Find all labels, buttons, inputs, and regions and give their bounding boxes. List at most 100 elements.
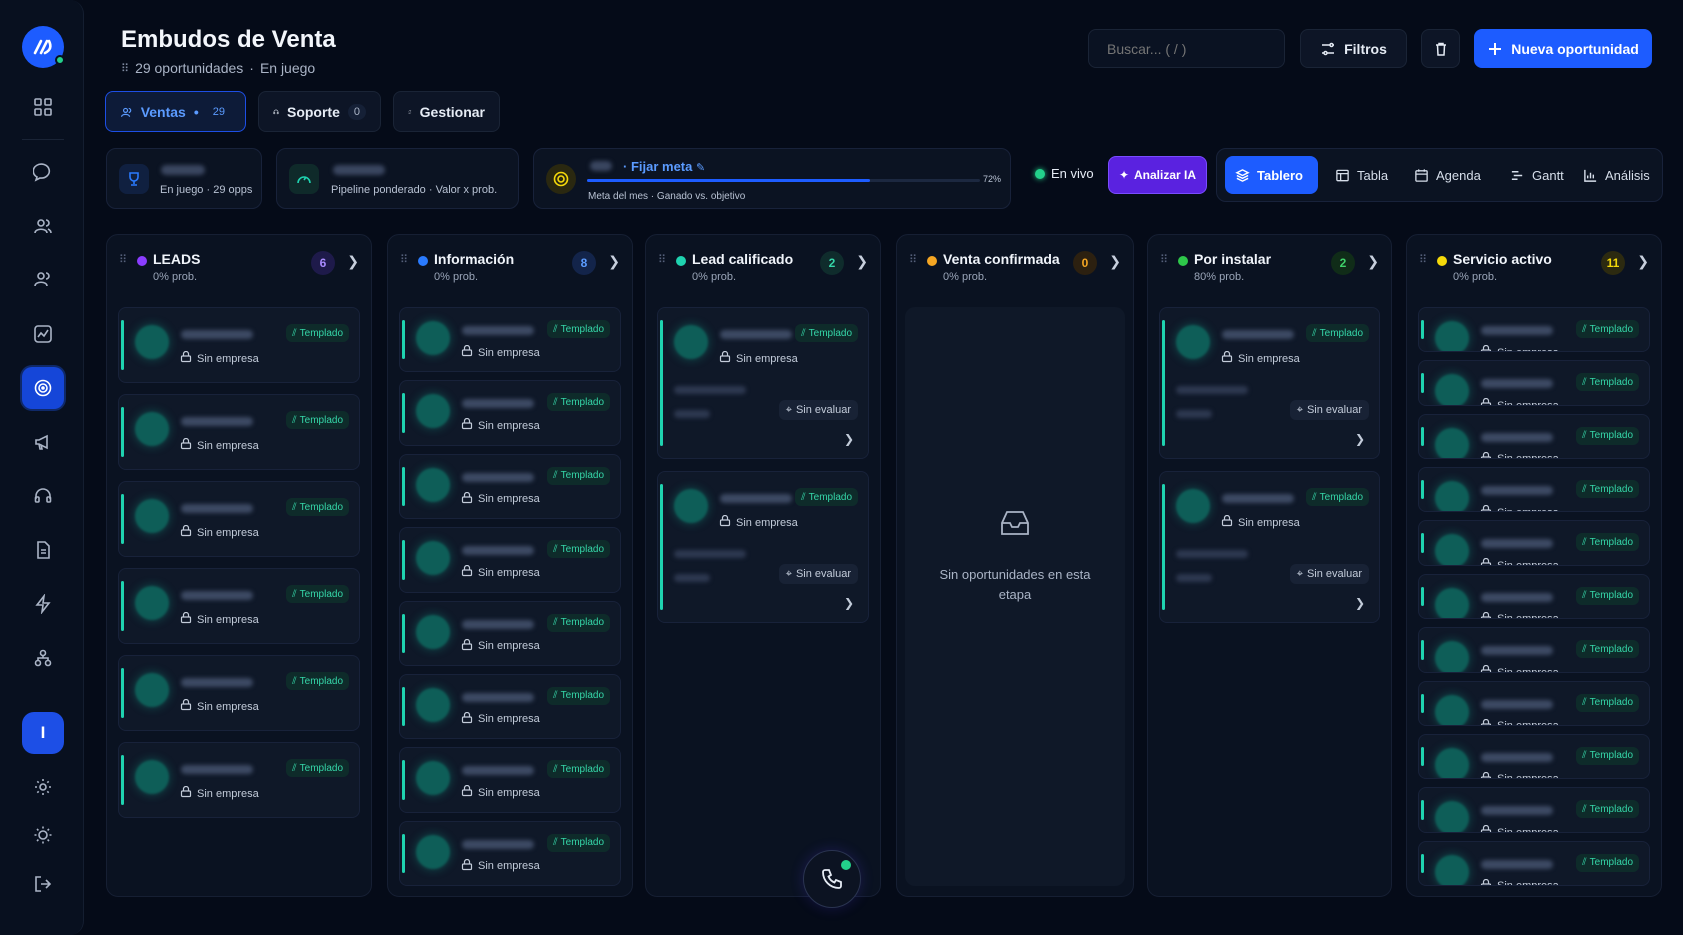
opportunity-card[interactable]: ⫽ Templado Sin empresa ⌖ Sin evaluar ❯ [657, 471, 869, 623]
new-opportunity-button[interactable]: Nueva oportunidad [1474, 29, 1652, 68]
opportunity-card[interactable]: ⫽ Templado Sin empresa [1418, 413, 1650, 460]
opportunity-card[interactable]: ⫽ Templado Sin empresa [399, 453, 621, 520]
drag-handle-icon[interactable]: ⠿ [1419, 253, 1427, 266]
drag-handle-icon[interactable]: ⠿ [909, 253, 917, 266]
filters-button[interactable]: Filtros [1300, 29, 1407, 68]
opportunity-card[interactable]: ⫽ Templado Sin empresa ⌖ Sin evaluar ❯ [1159, 471, 1380, 623]
chevron-right-icon[interactable]: ❯ [1355, 596, 1365, 610]
chat-icon[interactable] [22, 151, 64, 193]
opportunity-card[interactable]: ⫽ Templado Sin empresa ⌖ Sin evaluar ❯ [657, 307, 869, 459]
stat-value-blurred [161, 165, 205, 175]
stage-count-badge: 11 [1601, 251, 1625, 275]
contact-avatar [416, 321, 450, 355]
pipeline-tab-gestionar[interactable]: Gestionar [393, 91, 500, 132]
stage-count-badge: 8 [572, 251, 596, 275]
pipeline-tab-label: Ventas [140, 103, 186, 120]
chevron-right-icon[interactable]: ❯ [844, 432, 854, 446]
chevron-right-icon[interactable]: ❯ [856, 253, 868, 270]
evaluation-label: Sin evaluar [795, 404, 851, 416]
company-name: Sin empresa [1497, 827, 1559, 832]
temperature-label: Templado [1589, 697, 1633, 709]
settings-gear-icon[interactable] [22, 766, 64, 808]
drag-handle-icon[interactable]: ⠿ [1160, 253, 1168, 266]
lightning-icon[interactable] [22, 583, 64, 625]
opportunity-card[interactable]: ⫽ Templado Sin empresa [1418, 520, 1650, 566]
evaluation-badge[interactable]: ⌖ Sin evaluar [778, 400, 858, 420]
tab-separator-dot: • [193, 103, 199, 120]
opportunity-card[interactable]: ⫽ Templado Sin empresa [1418, 840, 1650, 886]
chevron-right-icon[interactable]: ❯ [844, 596, 854, 610]
temperature-label: Templado [560, 543, 604, 555]
company-name: Sin empresa [1497, 400, 1559, 405]
logout-icon[interactable] [22, 863, 64, 905]
contact-avatar [1435, 854, 1469, 885]
document-icon[interactable] [22, 529, 64, 571]
phone-call-button[interactable] [803, 850, 861, 908]
opportunity-card[interactable]: ⫽ Templado Sin empresa [1418, 733, 1650, 780]
opportunity-card[interactable]: ⫽ Templado Sin empresa [118, 481, 360, 557]
opportunity-card[interactable]: ⫽ Templado Sin empresa [1418, 467, 1650, 513]
chevron-right-icon[interactable]: ❯ [1637, 253, 1649, 270]
delete-button[interactable] [1421, 29, 1460, 68]
opportunity-card[interactable]: ⫽ Templado Sin empresa [1418, 307, 1650, 353]
drag-handle-icon[interactable]: ⠿ [400, 253, 408, 266]
opportunity-card[interactable]: ⫽ Templado Sin empresa [118, 394, 360, 470]
search-input[interactable] [1088, 29, 1285, 68]
opportunity-card[interactable]: ⫽ Templado Sin empresa [399, 747, 621, 813]
opportunity-card[interactable]: ⫽ Templado Sin empresa [399, 527, 621, 593]
set-goal-link[interactable]: · Fijar meta ✎ [623, 159, 705, 174]
opportunity-card[interactable]: ⫽ Templado Sin empresa [399, 600, 621, 666]
opportunity-card[interactable]: ⫽ Templado Sin empresa [118, 307, 360, 383]
opportunity-card[interactable]: ⫽ Templado Sin empresa ⌖ Sin evaluar ❯ [1159, 307, 1380, 459]
org-tree-icon[interactable] [22, 637, 64, 679]
contact-avatar [416, 761, 450, 796]
opportunity-card[interactable]: ⫽ Templado Sin empresa [1418, 627, 1650, 673]
evaluation-badge[interactable]: ⌖ Sin evaluar [1289, 564, 1369, 584]
opportunity-card[interactable]: ⫽ Templado Sin empresa [399, 307, 621, 373]
chevron-right-icon[interactable]: ❯ [608, 253, 620, 270]
contacts-icon[interactable] [22, 205, 64, 247]
pipeline-tab-ventas[interactable]: Ventas • 29 [105, 91, 246, 132]
temperature-tag: ⫽ Templado [286, 672, 349, 690]
chevron-right-icon[interactable]: ❯ [1367, 253, 1379, 270]
signal-bars-icon: ⫽ [553, 617, 558, 628]
opportunity-card[interactable]: ⫽ Templado Sin empresa [399, 820, 621, 886]
analyze-ai-button[interactable]: ✦ Analizar IA [1108, 156, 1207, 194]
view-tab-gantt[interactable]: Gantt [1500, 156, 1574, 194]
opportunity-card[interactable]: ⫽ Templado Sin empresa [1418, 680, 1650, 726]
drag-handle-icon[interactable]: ⠿ [658, 253, 666, 266]
team-icon[interactable] [22, 258, 64, 300]
evaluation-badge[interactable]: ⌖ Sin evaluar [778, 564, 858, 584]
view-tab-analisis[interactable]: Análisis [1573, 156, 1660, 194]
pipeline-tab-soporte[interactable]: Soporte 0 [258, 91, 381, 132]
opportunity-card[interactable]: ⫽ Templado Sin empresa [399, 673, 621, 740]
opportunity-card[interactable]: ⫽ Templado Sin empresa [1418, 787, 1650, 833]
view-tab-tablero[interactable]: Tablero [1225, 156, 1318, 194]
megaphone-icon[interactable] [22, 421, 64, 463]
opportunity-card[interactable]: ⫽ Templado Sin empresa [1418, 360, 1650, 406]
chevron-right-icon[interactable]: ❯ [1109, 253, 1121, 270]
analytics-chart-icon[interactable] [22, 313, 64, 355]
briefcase-icon [180, 785, 192, 801]
pipeline-tab-count: 0 [347, 103, 366, 120]
opportunity-card[interactable]: ⫽ Templado Sin empresa [1418, 573, 1650, 620]
opportunity-card[interactable]: ⫽ Templado Sin empresa [399, 380, 621, 446]
drag-handle-icon[interactable]: ⠿ [119, 253, 127, 266]
contact-name-blurred [181, 504, 253, 513]
user-avatar[interactable]: I [22, 712, 64, 754]
dashboard-grid-icon[interactable] [22, 86, 64, 128]
theme-sun-icon[interactable] [22, 814, 64, 856]
opportunity-card[interactable]: ⫽ Templado Sin empresa [118, 568, 360, 644]
temperature-tag: ⫽ Templado [547, 613, 610, 632]
headset-icon[interactable] [22, 475, 64, 517]
opportunity-card[interactable]: ⫽ Templado Sin empresa [118, 742, 360, 818]
target-funnel-icon[interactable] [22, 367, 64, 409]
opportunity-card[interactable]: ⫽ Templado Sin empresa [118, 655, 360, 731]
view-tab-agenda[interactable]: Agenda [1404, 156, 1491, 194]
chevron-right-icon[interactable]: ❯ [347, 253, 359, 270]
evaluation-badge[interactable]: ⌖ Sin evaluar [1289, 400, 1369, 420]
app-logo[interactable] [22, 26, 65, 68]
chevron-right-icon[interactable]: ❯ [1355, 432, 1365, 446]
card-accent-bar [402, 320, 405, 360]
view-tab-tabla[interactable]: Tabla [1325, 156, 1398, 194]
